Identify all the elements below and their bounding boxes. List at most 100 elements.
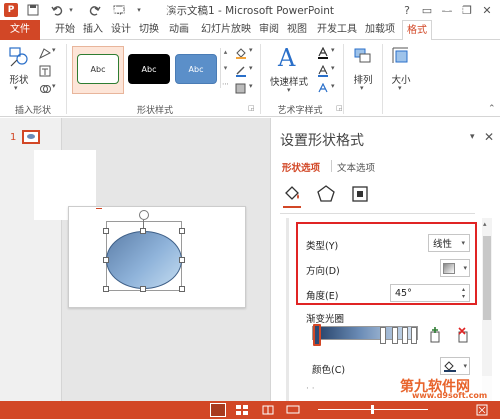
edit-shape-icon[interactable] — [38, 46, 52, 60]
resize-handle[interactable] — [179, 228, 185, 234]
tab-addins[interactable]: 加载项 — [362, 20, 398, 40]
gallery-more-icon[interactable]: ⋯ — [222, 80, 229, 88]
effects-icon[interactable] — [316, 184, 336, 204]
tab-transitions[interactable]: 切换 — [136, 20, 162, 40]
gradient-stop[interactable] — [392, 327, 398, 344]
shape-fill-icon[interactable] — [234, 46, 248, 60]
text-effects-icon[interactable] — [316, 82, 330, 96]
shapes-button-label[interactable]: 形状 — [2, 72, 36, 86]
text-fill-dropdown-icon[interactable]: ▾ — [331, 46, 335, 54]
gradient-stop-selected[interactable] — [313, 324, 321, 346]
undo-icon[interactable] — [50, 3, 64, 17]
slide-sorter-icon[interactable] — [236, 405, 248, 415]
resize-handle[interactable] — [179, 286, 185, 292]
wordart-quick-styles-icon[interactable]: A — [278, 44, 295, 72]
help-button[interactable]: ? — [398, 2, 416, 18]
shape-fill-dropdown-icon[interactable]: ▾ — [249, 46, 253, 54]
size-dropdown-icon[interactable]: ▾ — [398, 84, 402, 92]
pane-options-icon[interactable]: ▾ — [470, 132, 475, 142]
merge-shapes-dropdown-icon[interactable]: ▾ — [52, 82, 56, 90]
tab-text-options[interactable]: 文本选项 — [337, 160, 375, 174]
style-gallery-scroll[interactable]: ▴ ▾ ⋯ — [220, 48, 230, 88]
merge-shapes-icon[interactable] — [38, 82, 52, 96]
tab-format[interactable]: 格式 — [402, 20, 432, 41]
reading-view-icon[interactable] — [262, 405, 274, 415]
shape-effects-icon[interactable] — [234, 82, 248, 96]
arrange-dropdown-icon[interactable]: ▾ — [360, 84, 364, 92]
angle-up-icon[interactable]: ▴ — [462, 286, 465, 293]
shape-styles-launcher-icon[interactable]: ◲ — [248, 104, 255, 112]
resize-handle[interactable] — [179, 257, 185, 263]
size-properties-icon[interactable] — [350, 184, 370, 204]
text-effects-dropdown-icon[interactable]: ▾ — [331, 82, 335, 90]
notes-button[interactable]: ≐ 备注 — [102, 3, 131, 18]
pane-close-icon[interactable]: ✕ — [484, 130, 494, 144]
gallery-up-icon[interactable]: ▴ — [224, 48, 228, 56]
rotate-handle-icon[interactable] — [139, 210, 149, 220]
wordart-launcher-icon[interactable]: ◲ — [336, 104, 343, 112]
tab-review[interactable]: 审阅 — [256, 20, 282, 40]
shape-outline-dropdown-icon[interactable]: ▾ — [249, 64, 253, 72]
tab-design[interactable]: 设计 — [108, 20, 134, 40]
angle-down-icon[interactable]: ▾ — [462, 293, 465, 300]
tab-slideshow[interactable]: 幻灯片放映 — [197, 20, 255, 40]
fit-slide-icon[interactable] — [476, 404, 488, 416]
remove-gradient-stop-icon[interactable] — [456, 327, 470, 343]
zoom-in-icon[interactable]: + — [430, 3, 438, 14]
type-select[interactable]: 线性 ▾ — [428, 234, 470, 252]
scroll-thumb[interactable] — [483, 236, 491, 320]
edit-shape-dropdown-icon[interactable]: ▾ — [52, 46, 56, 54]
size-icon[interactable] — [386, 46, 416, 68]
resize-handle[interactable] — [140, 228, 146, 234]
tab-view[interactable]: 视图 — [284, 20, 310, 40]
quick-styles-dropdown-icon[interactable]: ▾ — [287, 86, 291, 94]
shape-style-card-3[interactable]: Abc — [175, 54, 217, 84]
resize-handle[interactable] — [103, 228, 109, 234]
shapes-dropdown-icon[interactable]: ▾ — [14, 84, 18, 92]
tab-developer[interactable]: 开发工具 — [313, 20, 361, 40]
direction-picker[interactable]: ▾ — [440, 259, 470, 277]
text-box-icon[interactable] — [38, 64, 52, 78]
gradient-stop[interactable] — [380, 327, 386, 344]
customize-toolbar-icon[interactable]: ▾ — [132, 3, 146, 17]
text-outline-icon[interactable] — [316, 64, 330, 78]
gradient-stop[interactable] — [411, 327, 417, 344]
tab-file[interactable]: 文件 — [0, 20, 40, 40]
shape-effects-dropdown-icon[interactable]: ▾ — [249, 82, 253, 90]
tab-home[interactable]: 开始 — [52, 20, 78, 40]
arrange-icon[interactable] — [348, 46, 378, 68]
tab-insert[interactable]: 插入 — [80, 20, 106, 40]
normal-view-icon[interactable] — [210, 403, 226, 417]
slideshow-icon[interactable] — [286, 405, 300, 415]
shape-outline-icon[interactable] — [234, 64, 248, 78]
comments-button[interactable]: ▰ 批注 — [152, 3, 180, 18]
resize-handle[interactable] — [103, 286, 109, 292]
gradient-stop[interactable] — [402, 327, 408, 344]
redo-icon[interactable] — [88, 3, 102, 17]
slide-thumbnail[interactable] — [22, 130, 40, 144]
ellipse-shape[interactable] — [106, 231, 182, 289]
fill-line-icon[interactable] — [282, 184, 302, 204]
gallery-down-icon[interactable]: ▾ — [224, 64, 228, 72]
tab-shape-options[interactable]: 形状选项 — [282, 160, 320, 174]
shape-style-card-2[interactable]: Abc — [128, 54, 170, 84]
zoom-out-icon[interactable]: − — [307, 3, 315, 14]
zoom-percentage[interactable]: 17% — [444, 3, 465, 14]
close-button[interactable]: ✕ — [478, 2, 496, 18]
text-fill-icon[interactable] — [316, 46, 330, 60]
add-gradient-stop-icon[interactable] — [428, 327, 442, 343]
zoom-slider-thumb[interactable] — [371, 405, 374, 414]
shape-style-card-1[interactable]: Abc — [77, 54, 119, 84]
undo-dropdown-icon[interactable]: ▾ — [66, 3, 76, 17]
collapse-ribbon-icon[interactable]: ⌃ — [488, 104, 496, 114]
save-icon[interactable] — [26, 3, 40, 17]
shapes-gallery-icon[interactable] — [8, 46, 30, 68]
resize-handle[interactable] — [140, 286, 146, 292]
angle-spin-icons[interactable]: ▴ ▾ — [462, 286, 465, 300]
scroll-up-icon[interactable]: ▴ — [483, 220, 487, 228]
resize-handle[interactable] — [103, 257, 109, 263]
color-picker[interactable]: ▾ — [440, 357, 470, 375]
text-outline-dropdown-icon[interactable]: ▾ — [331, 64, 335, 72]
tab-animations[interactable]: 动画 — [166, 20, 192, 40]
angle-spinner[interactable]: 45° ▴ ▾ — [390, 284, 470, 302]
